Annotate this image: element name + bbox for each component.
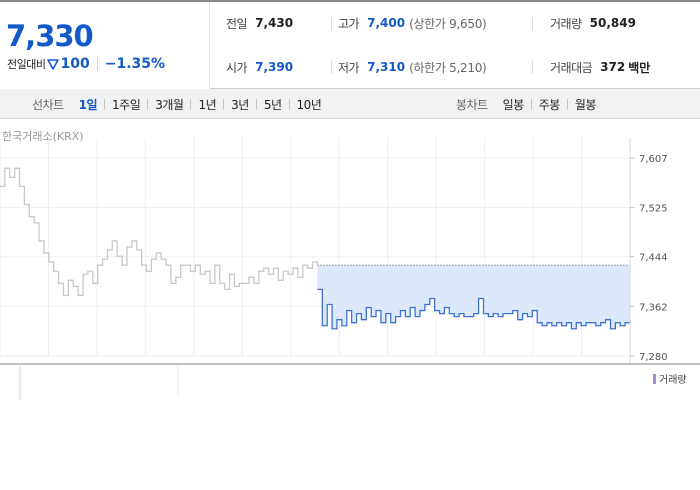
volume-legend-label: 거래량 (659, 375, 687, 386)
toolbar-separator (530, 98, 532, 110)
toolbar-separator (288, 98, 290, 110)
period-3m[interactable]: 3개월 (154, 96, 184, 113)
low-value: 7,310 (367, 60, 406, 74)
change-row: 전일대비 100 −1.35% (7, 55, 165, 73)
chart-toolbar: 선차트 1일 1주일 3개월 1년 3년 5년 10년 봉차트 일봉 주봉 월봉 (0, 89, 700, 119)
change-label: 전일대비 (7, 58, 46, 71)
candle-chart-label: 봉차트 (456, 97, 488, 112)
y-tick-label: 7,280 (639, 352, 668, 363)
line-chart-label: 선차트 (32, 97, 64, 112)
y-tick-label: 7,362 (639, 302, 668, 313)
volume-swatch (653, 373, 656, 384)
toolbar-separator (566, 98, 568, 110)
toolbar-separator (223, 98, 225, 110)
down-triangle-icon (47, 59, 60, 70)
price-summary: 7,330 전일대비 100 −1.35% (0, 2, 210, 88)
volume-legend: 거래량 (653, 371, 687, 386)
prev-close-value: 7,430 (255, 16, 294, 30)
lower-limit: (하한가 5,210) (409, 60, 487, 75)
upper-limit: (상한가 9,650) (409, 16, 487, 31)
high-label: 고가 (338, 16, 360, 31)
period-3y[interactable]: 3년 (230, 96, 250, 113)
high-cell: 고가 7,400 (상한가 9,650) (338, 14, 487, 32)
low-cell: 저가 7,310 (하한가 5,210) (338, 58, 487, 76)
period-1y[interactable]: 1년 (197, 96, 217, 113)
amount-cell: 거래대금 372 백만 (550, 58, 650, 76)
high-value: 7,400 (367, 16, 406, 30)
change-value: 100 (60, 56, 90, 72)
change-separator (96, 57, 98, 71)
previous-day-line (0, 167, 319, 297)
volume-label: 거래량 (550, 16, 582, 31)
period-1w[interactable]: 1주일 (111, 96, 141, 113)
amount-label: 거래대금 (550, 60, 593, 75)
price-chart: 한국거래소(KRX) 7,607 7,525 7,444 7,362 7,280 (0, 130, 700, 400)
quote-separator (331, 61, 332, 74)
period-5y[interactable]: 5년 (263, 96, 283, 113)
y-tick-label: 7,525 (639, 204, 668, 215)
quote-separator (331, 17, 332, 30)
volume-cell: 거래량 50,849 (550, 14, 636, 32)
open-value: 7,390 (255, 60, 294, 74)
current-price: 7,330 (6, 19, 94, 53)
period-10y[interactable]: 10년 (296, 96, 323, 113)
toolbar-separator (255, 98, 257, 110)
prev-close-label: 전일 (226, 16, 248, 31)
quote-separator (532, 61, 533, 74)
toolbar-separator (104, 98, 106, 110)
quote-separator (532, 17, 533, 30)
change-rate: −1.35% (104, 56, 166, 72)
amount-value: 372 (600, 60, 626, 74)
volume-value: 50,849 (589, 16, 636, 30)
toolbar-separator (190, 98, 192, 110)
prev-close-cell: 전일 7,430 (226, 14, 293, 32)
y-tick-label: 7,444 (639, 253, 668, 264)
candle-chart-periods: 봉차트 일봉 주봉 월봉 (456, 89, 597, 119)
toolbar-separator (147, 98, 149, 110)
line-chart-periods: 선차트 1일 1주일 3개월 1년 3년 5년 10년 (32, 89, 322, 119)
period-1d[interactable]: 1일 (78, 96, 98, 113)
amount-unit: 백만 (628, 60, 651, 75)
candle-monthly[interactable]: 월봉 (574, 96, 597, 113)
source-label: 한국거래소(KRX) (2, 130, 84, 143)
open-cell: 시가 7,390 (226, 58, 293, 76)
candle-weekly[interactable]: 주봉 (538, 96, 561, 113)
candle-daily[interactable]: 일봉 (502, 96, 525, 113)
y-tick-label: 7,607 (639, 154, 668, 165)
open-label: 시가 (226, 60, 248, 75)
low-label: 저가 (338, 60, 360, 75)
